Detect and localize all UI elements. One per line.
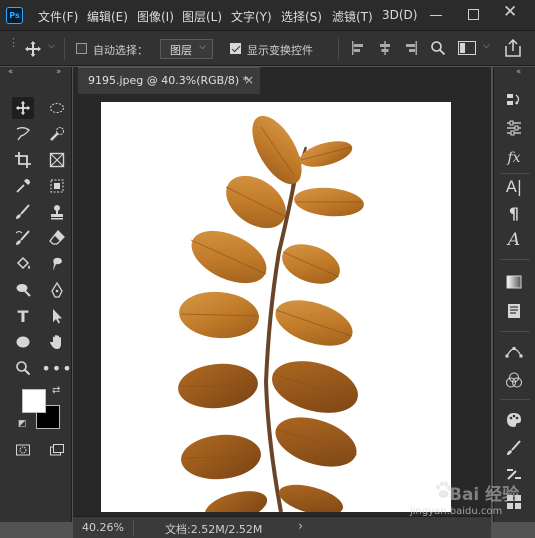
- menu-3d[interactable]: 3D(D): [382, 8, 417, 22]
- gradients-panel-icon[interactable]: [502, 271, 526, 293]
- maximize-icon[interactable]: [468, 9, 479, 20]
- align-center-icon[interactable]: [378, 41, 392, 55]
- auto-select-target-dropdown[interactable]: 图层 ⌵: [160, 39, 213, 59]
- libraries-panel-icon[interactable]: [502, 300, 526, 322]
- brush-settings-icon[interactable]: [502, 437, 526, 459]
- dropdown-value: 图层: [170, 44, 192, 57]
- document-size: 文档:2.52M/2.52M: [165, 523, 263, 536]
- history-panel-icon[interactable]: [502, 89, 526, 111]
- default-colors-icon[interactable]: ◩: [18, 419, 27, 429]
- tab-close-icon[interactable]: ×: [244, 73, 254, 87]
- menu-select[interactable]: 选择(S): [281, 8, 322, 25]
- photoshop-window: Ps 文件(F) 编辑(E) 图像(I) 图层(L) 文字(Y) 选择(S) 滤…: [0, 0, 535, 538]
- paths-panel-icon[interactable]: [502, 341, 526, 363]
- paint-bucket-tool[interactable]: [12, 253, 34, 275]
- quick-select-tool[interactable]: [46, 123, 68, 145]
- history-brush-tool[interactable]: [12, 227, 34, 249]
- tool-preset-chevron-icon[interactable]: ⌵: [48, 41, 55, 51]
- channels-panel-icon[interactable]: [502, 369, 526, 391]
- document-area: 9195.jpeg @ 40.3%(RGB/8) * × 40.26% 文档:2…: [73, 67, 491, 538]
- status-bar: 40.26% 文档:2.52M/2.52M ›: [73, 516, 491, 538]
- more-tools-icon[interactable]: •••: [41, 357, 71, 379]
- menu-bar: Ps 文件(F) 编辑(E) 图像(I) 图层(L) 文字(Y) 选择(S) 滤…: [0, 0, 535, 31]
- swatches-palette-icon[interactable]: [502, 409, 526, 431]
- swap-colors-icon[interactable]: ⇄: [52, 385, 60, 396]
- crop-tool[interactable]: [12, 149, 34, 171]
- character-panel-icon[interactable]: A|: [502, 175, 526, 197]
- status-arrow-icon[interactable]: ›: [298, 519, 303, 534]
- menu-file[interactable]: 文件(F): [38, 8, 78, 25]
- minimize-icon[interactable]: [430, 15, 442, 16]
- eraser-tool[interactable]: [46, 227, 68, 249]
- menu-layer[interactable]: 图层(L): [182, 8, 222, 25]
- adjustments-panel-icon[interactable]: [502, 117, 526, 139]
- show-transform-checkbox[interactable]: [230, 43, 241, 54]
- ps-logo: Ps: [6, 7, 23, 24]
- paragraph-panel-icon[interactable]: ¶: [502, 202, 526, 224]
- menu-image[interactable]: 图像(I): [137, 8, 174, 25]
- tab-title: 9195.jpeg @ 40.3%(RGB/8) *: [88, 74, 249, 87]
- menu-edit[interactable]: 编辑(E): [87, 8, 128, 25]
- workspace-icon[interactable]: [458, 41, 476, 55]
- brush-tool[interactable]: [12, 201, 34, 223]
- layers-grid-icon[interactable]: [502, 491, 526, 513]
- smudge-tool[interactable]: [46, 253, 68, 275]
- align-right-icon[interactable]: [404, 41, 418, 55]
- show-transform-label: 显示变换控件: [247, 44, 313, 57]
- tools-panel: ‹‹ ›› T ••• ⇄ ◩: [0, 67, 72, 522]
- search-icon[interactable]: [430, 40, 446, 56]
- pen-tool[interactable]: [46, 279, 68, 301]
- dodge-tool[interactable]: [12, 279, 34, 301]
- foreground-color-swatch[interactable]: [22, 389, 46, 413]
- ellipse-tool[interactable]: [12, 331, 34, 353]
- close-icon[interactable]: ✕: [503, 4, 517, 21]
- right-panel-strip: ‹‹ fx A| ¶ A: [493, 67, 535, 522]
- marquee-tool[interactable]: [46, 97, 68, 119]
- collapse-right-icon[interactable]: ››: [56, 67, 61, 77]
- glyphs-panel-icon[interactable]: A: [502, 229, 526, 251]
- expand-panels-icon[interactable]: ‹‹: [516, 67, 521, 77]
- move-tool[interactable]: [12, 97, 34, 119]
- styles-fx-icon[interactable]: fx: [502, 147, 526, 169]
- auto-select-checkbox[interactable]: [76, 43, 87, 54]
- tool-presets-icon[interactable]: [502, 464, 526, 486]
- path-selection-tool[interactable]: [46, 305, 68, 327]
- zoom-level[interactable]: 40.26%: [82, 521, 124, 534]
- tab-document[interactable]: 9195.jpeg @ 40.3%(RGB/8) * ×: [78, 67, 260, 94]
- screen-mode-icon[interactable]: [46, 439, 68, 461]
- share-icon[interactable]: [505, 39, 521, 57]
- quick-mask-icon[interactable]: [12, 439, 34, 461]
- grip-icon: ⋮: [8, 36, 19, 49]
- hand-tool[interactable]: [46, 331, 68, 353]
- lasso-tool[interactable]: [12, 123, 34, 145]
- auto-select-label: 自动选择：: [93, 44, 148, 57]
- collapse-left-icon[interactable]: ‹‹: [8, 67, 13, 77]
- clone-stamp-tool[interactable]: [46, 201, 68, 223]
- zoom-tool[interactable]: [12, 357, 34, 379]
- menu-filter[interactable]: 滤镜(T): [332, 8, 373, 25]
- object-selection-tool[interactable]: [46, 175, 68, 197]
- workspace-chevron-icon[interactable]: ⌵: [483, 41, 490, 51]
- image-canvas[interactable]: [101, 102, 451, 512]
- align-left-icon[interactable]: [351, 41, 365, 55]
- menu-type[interactable]: 文字(Y): [231, 8, 272, 25]
- options-bar: ⋮ ⌵ 自动选择： 图层 ⌵ 显示变换控件 ⌵: [0, 31, 535, 66]
- leaf-branch-image: [178, 115, 364, 512]
- chevron-down-icon: ⌵: [199, 42, 206, 52]
- move-tool-icon[interactable]: [24, 40, 42, 58]
- frame-tool[interactable]: [46, 149, 68, 171]
- eyedropper-tool[interactable]: [12, 175, 34, 197]
- type-tool[interactable]: T: [12, 305, 34, 327]
